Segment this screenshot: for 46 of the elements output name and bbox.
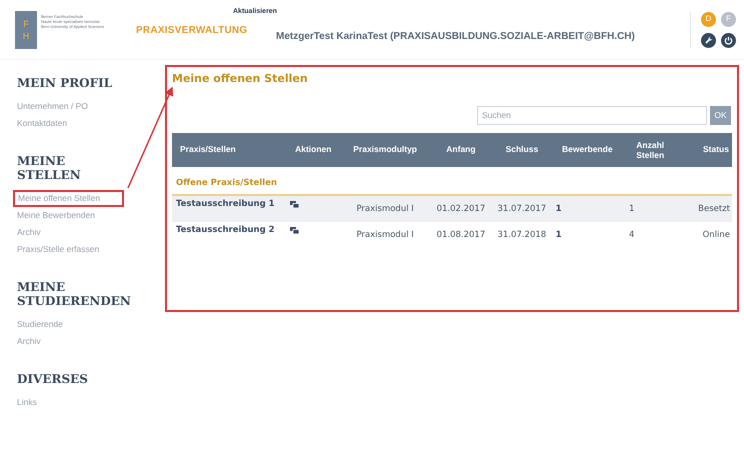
column-header: Status <box>702 143 730 156</box>
sidebar-item[interactable]: Unternehmen / PO <box>17 98 160 115</box>
sidebar-item[interactable]: Praxis/Stelle erfassen <box>17 241 160 258</box>
sidebar-item[interactable]: Archiv <box>17 333 160 350</box>
sidebar-item[interactable]: Meine Bewerbenden <box>17 207 160 224</box>
table-cell-text: Praxismodul I <box>355 203 415 216</box>
table-cell-text: 31.07.2017 <box>496 203 548 216</box>
table-cell-text: 01.08.2017 <box>436 229 486 242</box>
power-icon[interactable] <box>721 32 736 48</box>
copy-icon[interactable] <box>290 201 300 208</box>
sidebar-item[interactable]: Studierende <box>17 316 160 333</box>
table-cell-text: 1 <box>554 203 562 216</box>
language-button[interactable]: F <box>721 12 736 26</box>
section-title: MEIN PROFIL <box>17 76 114 90</box>
column-header: Anfang <box>445 143 477 156</box>
section-title: DIVERSES <box>17 372 89 386</box>
sidebar-item[interactable]: Links <box>17 394 160 411</box>
logo: F H <box>15 10 37 48</box>
app-title: PRAXISVERWALTUNG <box>136 24 248 38</box>
copy-icon[interactable] <box>290 227 300 234</box>
sidebar-item[interactable]: Meine offenen Stellen <box>13 190 124 207</box>
column-header: Praxismodultyp <box>352 143 418 156</box>
table-cell-text: 4 <box>628 229 636 242</box>
user-name: MetzgerTest KarinaTest (PRAXISAUSBILDUNG.SOZIALE-ARBEIT@BFH.CH) <box>276 30 635 44</box>
table-cell-text: Besetzt <box>697 203 732 216</box>
ok-button[interactable]: OK <box>710 106 731 124</box>
sidebar-item[interactable]: Kontaktdaten <box>17 115 160 132</box>
table-cell-text: Praxismodul I <box>355 229 415 242</box>
column-header: Bewerbende <box>561 143 614 156</box>
table-cell[interactable]: Testausschreibung 2 <box>172 225 286 236</box>
section-title: MEINE STELLEN <box>17 154 82 182</box>
sidebar-item[interactable]: Archiv <box>17 224 160 241</box>
table-cell-text: 1 <box>554 229 562 242</box>
wrench-icon[interactable] <box>701 32 716 48</box>
search-field[interactable]: Suchen <box>477 106 707 124</box>
column-header: Aktionen <box>294 143 332 156</box>
table-cell-text: 31.07.2018 <box>496 229 548 242</box>
language-button[interactable]: D <box>701 12 716 26</box>
table-cell-text: 1 <box>628 203 636 216</box>
column-header: Schluss <box>504 143 540 156</box>
page-title: Meine offenen Stellen <box>172 71 309 87</box>
table-cell-text: Online <box>702 229 732 242</box>
table-cell-text: 01.02.2017 <box>436 203 486 216</box>
table-cell[interactable]: Testausschreibung 1 <box>172 199 286 210</box>
column-header: Praxis/Stellen <box>179 143 237 156</box>
column-header: Anzahl Stellen <box>635 140 666 160</box>
